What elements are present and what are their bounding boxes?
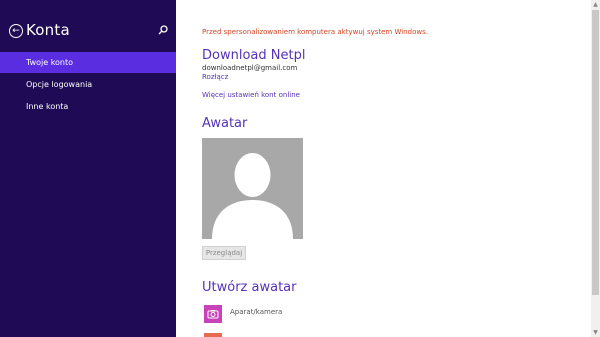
sidebar: ← Konta Twoje konto Opcje logowania Inne…	[0, 0, 176, 337]
search-icon[interactable]	[157, 24, 169, 36]
arrow-left-icon: ←	[12, 25, 20, 36]
browse-button[interactable]: Przeglądaj	[202, 246, 246, 260]
camera-icon	[204, 305, 222, 323]
sidebar-item-twoje-konto[interactable]: Twoje konto	[0, 52, 176, 73]
account-email: downloadnetpl@gmail.com	[202, 64, 298, 72]
sidebar-title: Konta	[26, 21, 70, 39]
sidebar-item-inne-konta[interactable]: Inne konta	[0, 96, 176, 117]
sidebar-item-opcje-logowania[interactable]: Opcje logowania	[0, 74, 176, 95]
account-name: Download Netpl	[202, 48, 306, 63]
avatar-section-title: Awatar	[202, 116, 248, 131]
next-create-item-tile[interactable]	[204, 333, 222, 337]
main-content: Przed spersonalizowaniem komputera aktyw…	[176, 0, 600, 337]
scroll-thumb[interactable]	[592, 10, 599, 295]
more-account-settings-link[interactable]: Więcej ustawień kont online	[202, 91, 300, 99]
create-avatar-section-title: Utwórz awatar	[202, 280, 297, 295]
activation-warning: Przed spersonalizowaniem komputera aktyw…	[202, 28, 428, 36]
vertical-scrollbar[interactable]: ▲ ▼	[591, 0, 600, 337]
camera-label: Aparat/kamera	[230, 308, 283, 316]
scroll-down-arrow-icon[interactable]: ▼	[591, 328, 600, 337]
scroll-up-arrow-icon[interactable]: ▲	[591, 0, 600, 9]
back-button[interactable]: ←	[9, 24, 23, 38]
disconnect-link[interactable]: Rozłącz	[202, 73, 228, 81]
avatar	[202, 138, 303, 239]
user-silhouette-icon	[212, 153, 293, 239]
sidebar-nav: Twoje konto Opcje logowania Inne konta	[0, 52, 176, 118]
